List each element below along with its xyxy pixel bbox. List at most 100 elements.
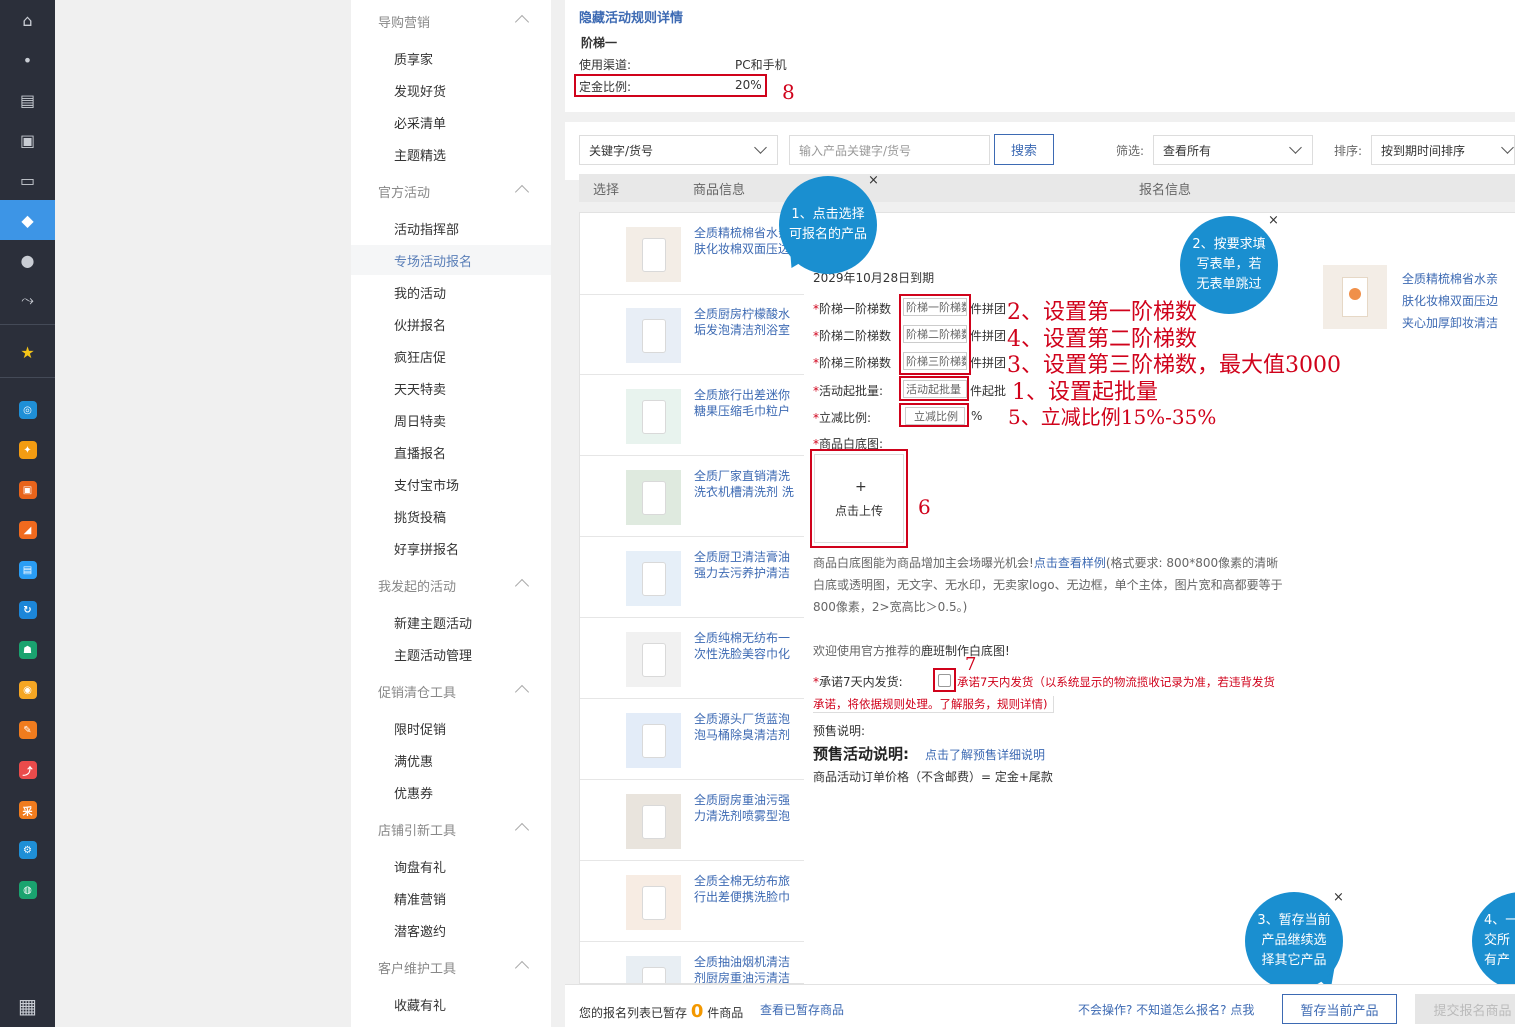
app-icon-13[interactable]: ◍ bbox=[0, 870, 55, 910]
inbox-icon[interactable]: ▣ bbox=[0, 120, 55, 160]
app-glyph-icon: ◍ bbox=[18, 881, 37, 899]
sidebar-group-title[interactable]: 客户维护工具 bbox=[351, 951, 551, 983]
sidebar-item[interactable]: 精准营销 bbox=[351, 883, 551, 913]
sidebar-item[interactable]: 挑货投稿 bbox=[351, 501, 551, 531]
store-icon[interactable]: ▭ bbox=[0, 160, 55, 200]
clipboard-icon[interactable]: ▤ bbox=[0, 80, 55, 120]
home-icon[interactable]: ⌂ bbox=[0, 0, 55, 40]
product-row[interactable]: 全质抽油烟机清洁剂厨房重油污清洁 bbox=[580, 942, 804, 983]
product-title[interactable]: 全质纯棉无纺布一次性洗脸美容巾化 bbox=[694, 630, 794, 664]
bubble2-close-icon[interactable]: × bbox=[1268, 213, 1279, 228]
saved-count: 0 bbox=[690, 1001, 704, 1022]
product-image-shape bbox=[641, 804, 666, 839]
app-icon-10[interactable]: ⤴ bbox=[0, 750, 55, 790]
sidebar-group-title[interactable]: 我发起的活动 bbox=[351, 569, 551, 601]
presale-label: 预售说明: bbox=[813, 724, 866, 738]
sidebar-item[interactable]: 伙拼报名 bbox=[351, 309, 551, 339]
app-icon-11[interactable]: 采 bbox=[0, 790, 55, 830]
product-row[interactable]: 全质纯棉无纺布一次性洗脸美容巾化 bbox=[580, 618, 804, 699]
sidebar-item[interactable]: 收藏有礼 bbox=[351, 989, 551, 1019]
sidebar-group-label: 客户维护工具 bbox=[378, 961, 457, 977]
app-icon-5[interactable]: ▤ bbox=[0, 550, 55, 590]
app-glyph-icon: 采 bbox=[18, 801, 37, 819]
sidebar-item[interactable]: 限时促销 bbox=[351, 713, 551, 743]
sidebar-item[interactable]: 专场活动报名 bbox=[351, 245, 551, 275]
sort-value: 按到期时间排序 bbox=[1381, 143, 1466, 158]
sidebar-item[interactable]: 发现好货 bbox=[351, 75, 551, 105]
submit-button[interactable]: 提交报名商品 bbox=[1415, 994, 1515, 1024]
bubble1-close-icon[interactable]: × bbox=[868, 173, 879, 188]
chevron-up-icon bbox=[514, 184, 530, 200]
promise-text-1: 承诺7天内发货（以系统显示的物流揽收记录为准，若违背发货 bbox=[957, 675, 1275, 689]
sidebar-item[interactable]: 询盘有礼 bbox=[351, 851, 551, 881]
sidebar-item[interactable]: 潜客邀约 bbox=[351, 915, 551, 945]
product-row[interactable]: 全质源头厂货蓝泡泡马桶除臭清洁剂 bbox=[580, 699, 804, 780]
user-icon[interactable]: ● bbox=[0, 240, 55, 280]
presale-link[interactable]: 点击了解预售详细说明 bbox=[925, 746, 1045, 763]
filter-select[interactable]: 查看所有 bbox=[1153, 135, 1313, 165]
sidebar-group-title[interactable]: 促销清仓工具 bbox=[351, 675, 551, 707]
product-row[interactable]: 全质全棉无纺布旅行出差便携洗脸巾 bbox=[580, 861, 804, 942]
bubble3-close-icon[interactable]: × bbox=[1333, 890, 1344, 905]
sort-label: 排序: bbox=[1334, 144, 1363, 158]
app-icon-8[interactable]: ◉ bbox=[0, 670, 55, 710]
sidebar-item[interactable]: 满优惠 bbox=[351, 745, 551, 775]
save-current-button[interactable]: 暂存当前产品 bbox=[1282, 994, 1397, 1024]
app-icon-7[interactable]: ☗ bbox=[0, 630, 55, 670]
search-input[interactable]: 输入产品关键字/货号 bbox=[789, 135, 990, 165]
sidebar-item[interactable]: 直播报名 bbox=[351, 437, 551, 467]
product-row[interactable]: 全质厂家直销清洗洗衣机槽清洗剂 洗 bbox=[580, 456, 804, 537]
product-title[interactable]: 全质厨房重油污强力清洗剂喷雾型泡 bbox=[694, 792, 794, 826]
bottom-bar: 您的报名列表已暂存 0 件商品 查看已暂存商品 不会操作? 不知道怎么报名? 点… bbox=[565, 984, 1515, 1027]
sample-link[interactable]: 点击查看样例 bbox=[1034, 556, 1106, 570]
desc-text-b: (格式要求: 800*800像素的清晰 bbox=[1105, 556, 1279, 570]
product-row[interactable]: 全质厨卫清洁膏油强力去污养护清洁 bbox=[580, 537, 804, 618]
app-icon-12[interactable]: ⚙ bbox=[0, 830, 55, 870]
tag-icon[interactable]: ◆ bbox=[0, 200, 55, 240]
app-icon-6[interactable]: ↻ bbox=[0, 590, 55, 630]
share-icon[interactable]: ⤳ bbox=[0, 280, 55, 320]
sidebar-item[interactable]: 疯狂店促 bbox=[351, 341, 551, 371]
product-title[interactable]: 全质全棉无纺布旅行出差便携洗脸巾 bbox=[694, 873, 794, 907]
sidebar-item[interactable]: 周日特卖 bbox=[351, 405, 551, 435]
product-row[interactable]: 全质精梳棉省水亲肤化妆棉双面压边 bbox=[580, 213, 804, 295]
sidebar-item[interactable]: 支付宝市场 bbox=[351, 469, 551, 499]
product-title[interactable]: 全质厨房柠檬酸水垢发泡清洁剂浴室 bbox=[694, 306, 794, 340]
product-title[interactable]: 全质厂家直销清洗洗衣机槽清洗剂 洗 bbox=[694, 468, 794, 502]
app-icon-1[interactable]: ◎ bbox=[0, 390, 55, 430]
keyword-type-select[interactable]: 关键字/货号 bbox=[579, 135, 778, 165]
product-title[interactable]: 全质抽油烟机清洁剂厨房重油污清洁 bbox=[694, 954, 794, 983]
product-row[interactable]: 全质旅行出差迷你糖果压缩毛巾粒户 bbox=[580, 375, 804, 456]
product-title[interactable]: 全质厨卫清洁膏油强力去污养护清洁 bbox=[694, 549, 794, 583]
tier1-unit: 件拼团 bbox=[970, 302, 1007, 316]
sidebar-group-title[interactable]: 官方活动 bbox=[351, 175, 551, 207]
app-icon-4[interactable]: ◢ bbox=[0, 510, 55, 550]
search-button[interactable]: 搜索 bbox=[994, 134, 1054, 165]
help-link[interactable]: 不会操作? 不知道怎么报名? 点我 bbox=[1078, 1001, 1254, 1018]
sidebar-item[interactable]: 质享家 bbox=[351, 43, 551, 73]
star-icon[interactable]: ★ bbox=[0, 332, 55, 372]
app-icon-2[interactable]: ✦ bbox=[0, 430, 55, 470]
sidebar-item[interactable]: 优惠券 bbox=[351, 777, 551, 807]
product-row[interactable]: 全质厨房柠檬酸水垢发泡清洁剂浴室 bbox=[580, 294, 804, 375]
app-icon-3[interactable]: ▣ bbox=[0, 470, 55, 510]
grid-icon[interactable]: ▦ bbox=[0, 986, 55, 1026]
product-title[interactable]: 全质旅行出差迷你糖果压缩毛巾粒户 bbox=[694, 387, 794, 421]
sidebar-item[interactable]: 必采清单 bbox=[351, 107, 551, 137]
sidebar-item[interactable]: 活动指挥部 bbox=[351, 213, 551, 243]
sidebar-item[interactable]: 主题活动管理 bbox=[351, 639, 551, 669]
sidebar-item[interactable]: 天天特卖 bbox=[351, 373, 551, 403]
sidebar-item[interactable]: 主题精选 bbox=[351, 139, 551, 169]
product-row[interactable]: 全质厨房重油污强力清洗剂喷雾型泡 bbox=[580, 780, 804, 861]
sidebar-group-title[interactable]: 店铺引新工具 bbox=[351, 813, 551, 845]
view-saved-link[interactable]: 查看已暂存商品 bbox=[760, 1001, 844, 1018]
sidebar-item[interactable]: 好享拼报名 bbox=[351, 533, 551, 563]
sort-select[interactable]: 按到期时间排序 bbox=[1371, 135, 1515, 165]
sidebar-item[interactable]: 我的活动 bbox=[351, 277, 551, 307]
app-icon-9[interactable]: ✎ bbox=[0, 710, 55, 750]
dot-icon[interactable]: • bbox=[0, 40, 55, 80]
sidebar-group-title[interactable]: 导购营销 bbox=[351, 5, 551, 37]
product-title[interactable]: 全质源头厂货蓝泡泡马桶除臭清洁剂 bbox=[694, 711, 794, 745]
annotation-7: 7 bbox=[965, 654, 977, 675]
sidebar-item[interactable]: 新建主题活动 bbox=[351, 607, 551, 637]
